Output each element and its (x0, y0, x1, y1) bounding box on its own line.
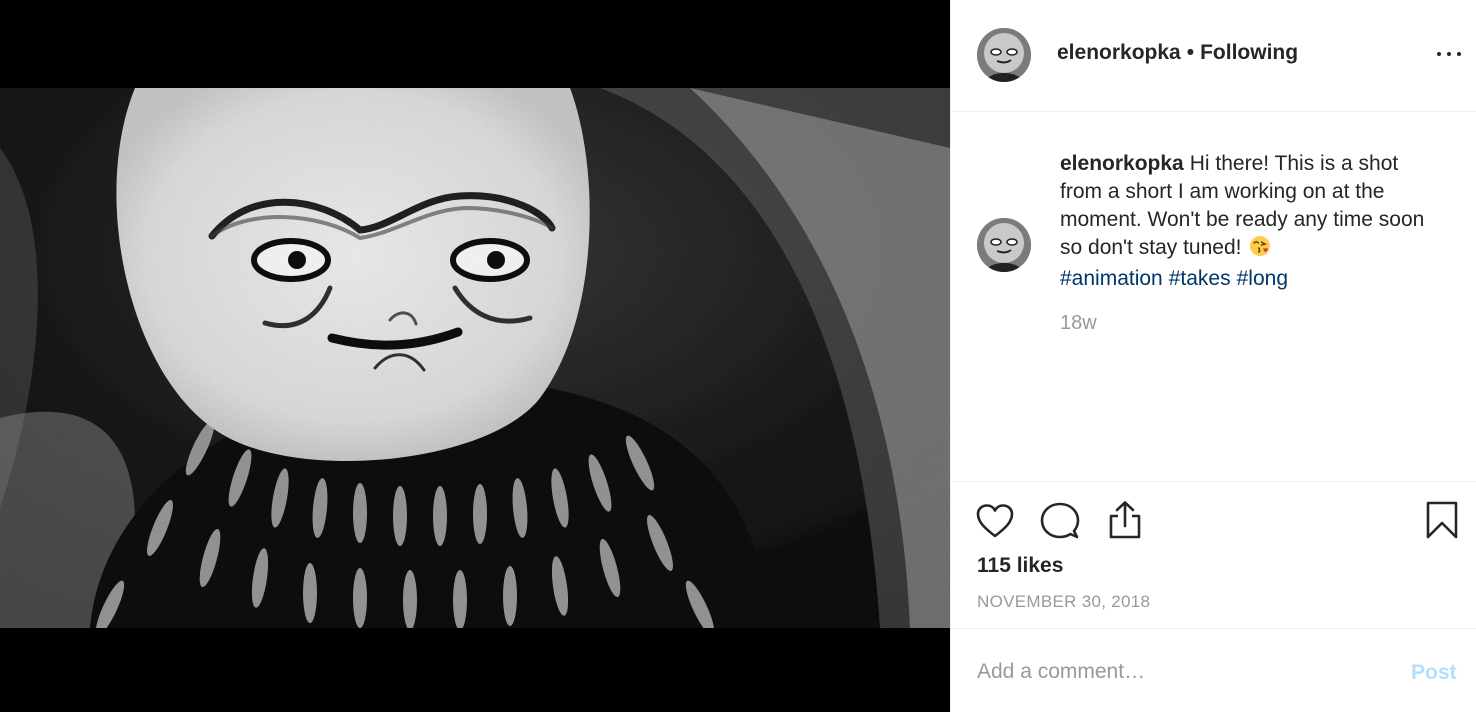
caption-username-link[interactable]: elenorkopka (1060, 152, 1184, 175)
more-options-icon[interactable] (1435, 42, 1463, 66)
heart-icon[interactable] (975, 502, 1015, 540)
post-caption: elenorkopka Hi there! This is a shot from… (1060, 150, 1440, 293)
kissing-face-emoji (1249, 235, 1271, 265)
caption-time-ago[interactable]: 18w (1060, 312, 1097, 335)
comment-bar: Post (951, 629, 1476, 712)
share-upload-icon[interactable] (1105, 499, 1145, 541)
username-link[interactable]: elenorkopka (1057, 41, 1181, 64)
post-media[interactable] (0, 0, 950, 712)
comment-bubble-icon[interactable] (1040, 501, 1080, 541)
post-date[interactable]: NOVEMBER 30, 2018 (977, 592, 1150, 612)
post-image (0, 88, 950, 628)
avatar[interactable] (977, 28, 1031, 82)
hashtag-link[interactable]: #animation (1060, 267, 1163, 290)
post-header: elenorkopka • Following (951, 0, 1476, 112)
comment-input[interactable] (977, 657, 1377, 687)
following-button[interactable]: Following (1200, 41, 1298, 64)
bookmark-icon[interactable] (1425, 500, 1459, 540)
post-details-panel: elenorkopka • Following elenorkopka Hi ther… (950, 0, 1476, 712)
separator-dot: • (1186, 41, 1195, 64)
post-comment-button[interactable]: Post (1411, 661, 1457, 685)
likes-count[interactable]: 115 likes (977, 554, 1063, 578)
hashtag-link[interactable]: #long (1237, 267, 1288, 290)
avatar[interactable] (977, 218, 1031, 272)
hashtag-link[interactable]: #takes (1169, 267, 1231, 290)
action-bar: 115 likes NOVEMBER 30, 2018 (951, 481, 1476, 629)
header-user-line: elenorkopka • Following (1057, 41, 1298, 65)
